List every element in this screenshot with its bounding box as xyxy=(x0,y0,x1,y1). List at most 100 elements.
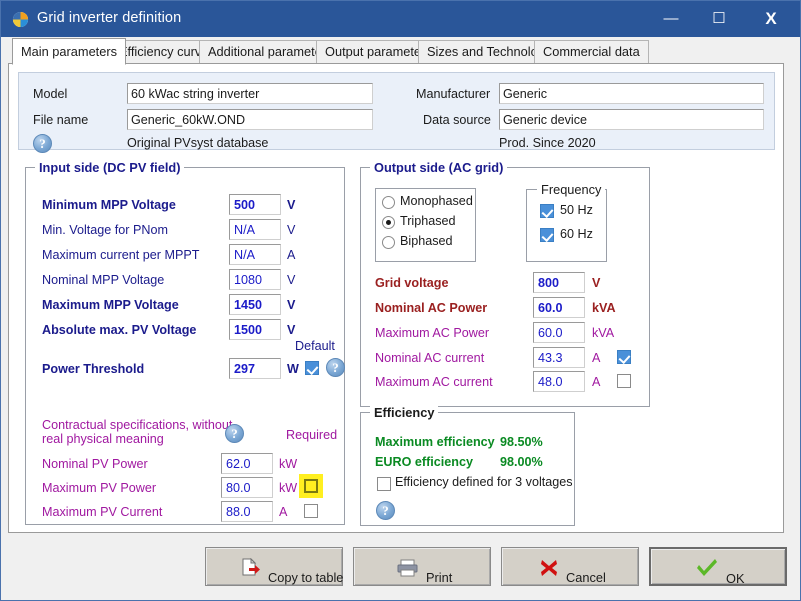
euro-efficiency-label: EURO efficiency xyxy=(375,455,473,469)
maximum-mpp-voltage-unit: V xyxy=(287,298,296,312)
copy-to-table-label: Copy to table xyxy=(268,570,344,585)
radio-biphased-label: Biphased xyxy=(400,234,453,248)
print-label: Print xyxy=(426,570,453,585)
tab-strip: Main parameters Efficiency curve Additio… xyxy=(1,37,800,65)
ok-button[interactable]: OK xyxy=(649,547,787,586)
grid-voltage-unit: V xyxy=(592,276,601,290)
maximum-ac-current-checkbox[interactable] xyxy=(617,374,631,388)
printer-icon xyxy=(397,559,418,577)
grid-voltage-label: Grid voltage xyxy=(375,276,449,290)
min-voltage-for-pnom-unit: V xyxy=(287,223,296,237)
radio-triphased-label: Triphased xyxy=(400,214,456,228)
maximum-pv-power-input[interactable]: 80.0 xyxy=(221,477,273,498)
main-parameters-panel: Model 60 kWac string inverter File name … xyxy=(8,63,784,533)
absolute-max-pv-voltage-unit: V xyxy=(287,323,296,337)
min-voltage-for-pnom-input[interactable]: N/A xyxy=(229,219,281,240)
radio-triphased[interactable] xyxy=(382,216,395,229)
cancel-button[interactable]: Cancel xyxy=(501,547,639,586)
minimum-mpp-voltage-unit: V xyxy=(287,198,296,212)
grid-voltage-input[interactable]: 800 xyxy=(533,272,585,293)
absolute-max-pv-voltage-input[interactable]: 1500 xyxy=(229,319,281,340)
file-name-label: File name xyxy=(33,113,89,127)
maximum-efficiency-label: Maximum efficiency xyxy=(375,435,495,449)
checkbox-50hz-label: 50 Hz xyxy=(560,203,593,217)
contractual-note-line2: real physical meaning xyxy=(42,432,164,446)
data-source-label: Data source xyxy=(423,113,491,127)
frequency-group xyxy=(526,189,607,262)
maximum-current-per-mppt-input[interactable]: N/A xyxy=(229,244,281,265)
radio-biphased[interactable] xyxy=(382,236,395,249)
maximum-pv-current-input[interactable]: 88.0 xyxy=(221,501,273,522)
maximum-ac-power-label: Maximum AC Power xyxy=(375,326,490,340)
checkbox-60hz[interactable] xyxy=(540,228,554,242)
maximum-pv-current-required-checkbox[interactable] xyxy=(304,504,318,518)
window-title: Grid inverter definition xyxy=(37,10,182,26)
model-input[interactable]: 60 kWac string inverter xyxy=(127,83,373,104)
copy-to-table-button[interactable]: Copy to table xyxy=(205,547,343,586)
efficiency-help-icon[interactable]: ? xyxy=(376,501,395,520)
maximum-ac-power-input[interactable]: 60.0 xyxy=(533,322,585,343)
frequency-title: Frequency xyxy=(537,182,606,197)
minimum-mpp-voltage-label: Minimum MPP Voltage xyxy=(42,198,176,212)
title-bar: Grid inverter definition — ☐ X xyxy=(1,1,800,37)
minimum-mpp-voltage-input[interactable]: 500 xyxy=(229,194,281,215)
nominal-pv-power-unit: kW xyxy=(279,457,298,471)
min-voltage-for-pnom-label: Min. Voltage for PNom xyxy=(42,223,168,237)
power-threshold-default-checkbox[interactable] xyxy=(305,361,319,375)
close-button[interactable]: X xyxy=(748,1,794,37)
tab-main-parameters[interactable]: Main parameters xyxy=(12,38,127,65)
green-check-icon xyxy=(697,559,717,576)
dialog-button-bar: Copy to table Print Cancel OK xyxy=(1,537,800,600)
maximum-efficiency-value: 98.50% xyxy=(500,435,543,449)
contractual-note-line1: Contractual specifications, without xyxy=(42,418,233,432)
file-name-input[interactable]: Generic_60kW.OND xyxy=(127,109,373,130)
nominal-ac-current-checkbox[interactable] xyxy=(617,350,631,364)
maximum-pv-power-required-checkbox[interactable] xyxy=(304,479,318,493)
efficiency-title: Efficiency xyxy=(370,405,439,420)
efficiency-three-voltages-checkbox[interactable] xyxy=(377,477,391,491)
nominal-mpp-voltage-input[interactable]: 1080 xyxy=(229,269,281,290)
nominal-ac-current-unit: A xyxy=(592,351,601,365)
power-threshold-label: Power Threshold xyxy=(42,362,145,376)
maximum-current-per-mppt-label: Maximum current per MPPT xyxy=(42,248,200,262)
database-help-icon[interactable]: ? xyxy=(33,134,52,153)
power-threshold-help-icon[interactable]: ? xyxy=(326,358,345,377)
nominal-ac-power-label: Nominal AC Power xyxy=(375,301,488,315)
pvsyst-logo-icon xyxy=(12,11,29,28)
inverter-identity-panel: Model 60 kWac string inverter File name … xyxy=(18,72,775,153)
nominal-ac-power-unit: kVA xyxy=(592,301,616,315)
tab-commercial-data[interactable]: Commercial data xyxy=(534,40,649,64)
copy-to-table-icon xyxy=(242,558,260,576)
maximum-ac-current-input[interactable]: 48.0 xyxy=(533,371,585,392)
nominal-pv-power-input[interactable]: 62.0 xyxy=(221,453,273,474)
radio-monophased[interactable] xyxy=(382,196,395,209)
radio-monophased-label: Monophased xyxy=(400,194,473,208)
model-label: Model xyxy=(33,87,68,101)
nominal-ac-current-input[interactable]: 43.3 xyxy=(533,347,585,368)
contractual-help-icon[interactable]: ? xyxy=(225,424,244,443)
maximum-ac-power-unit: kVA xyxy=(592,326,615,340)
ok-label: OK xyxy=(726,571,745,586)
maximum-current-per-mppt-unit: A xyxy=(287,248,296,262)
maximum-mpp-voltage-input[interactable]: 1450 xyxy=(229,294,281,315)
default-caption: Default xyxy=(295,339,335,353)
manufacturer-input[interactable]: Generic xyxy=(499,83,764,104)
print-button[interactable]: Print xyxy=(353,547,491,586)
euro-efficiency-value: 98.00% xyxy=(500,455,543,469)
maximum-pv-power-label: Maximum PV Power xyxy=(42,481,157,495)
maximum-pv-power-unit: kW xyxy=(279,481,298,495)
maximum-pv-current-unit: A xyxy=(279,505,288,519)
power-threshold-input[interactable]: 297 xyxy=(229,358,281,379)
data-source-input[interactable]: Generic device xyxy=(499,109,764,130)
efficiency-three-voltages-label: Efficiency defined for 3 voltages xyxy=(395,475,573,489)
nominal-ac-power-input[interactable]: 60.0 xyxy=(533,297,585,318)
output-side-title: Output side (AC grid) xyxy=(370,160,508,175)
nominal-pv-power-label: Nominal PV Power xyxy=(42,457,148,471)
minimize-button[interactable]: — xyxy=(648,1,694,37)
maximum-ac-current-label: Maximum AC current xyxy=(375,375,493,389)
maximize-button[interactable]: ☐ xyxy=(696,1,742,37)
absolute-max-pv-voltage-label: Absolute max. PV Voltage xyxy=(42,323,197,337)
nominal-mpp-voltage-unit: V xyxy=(287,273,296,287)
nominal-mpp-voltage-label: Nominal MPP Voltage xyxy=(42,273,165,287)
checkbox-50hz[interactable] xyxy=(540,204,554,218)
